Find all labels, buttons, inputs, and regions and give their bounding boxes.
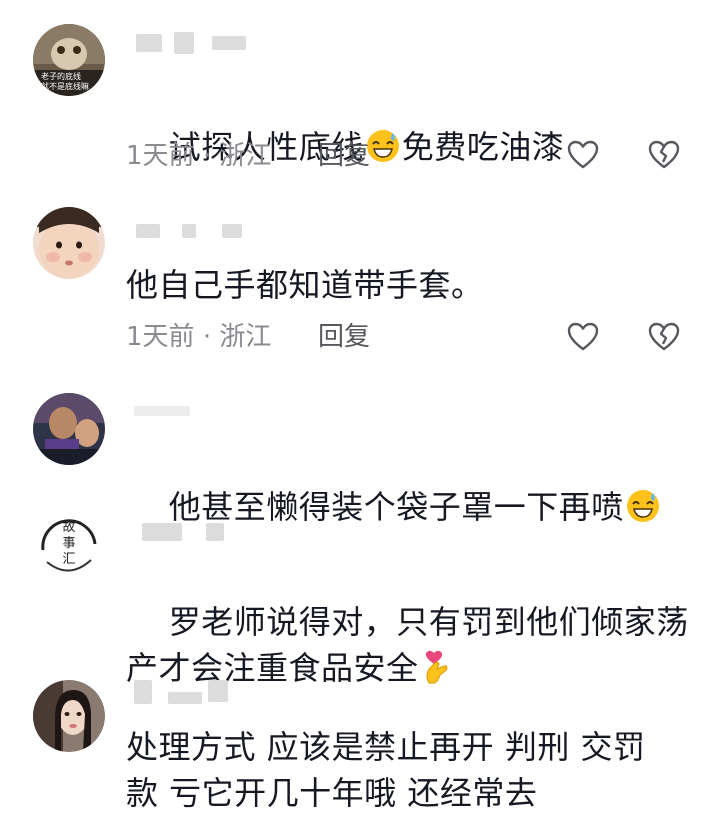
comment-time: 1天前 xyxy=(126,322,195,352)
avatar-caption-line: 老子的底线 xyxy=(41,72,81,81)
username-blurred[interactable] xyxy=(128,678,288,704)
avatar[interactable] xyxy=(33,393,105,465)
comment-meta: 1天前 · 浙江 xyxy=(126,139,271,173)
comment-text-part: 罗老师说得对，只有罚到他们倾家荡 产才会注重食品安全 xyxy=(126,603,689,687)
broken-heart-icon[interactable] xyxy=(647,320,681,354)
reply-button[interactable]: 回复 xyxy=(318,139,370,173)
avatar-logo-char: 事 xyxy=(62,536,76,551)
avatar-caption: 老子的底线 就不是底线嘛 xyxy=(41,72,89,92)
comment-text-part: 免费吃油漆 xyxy=(401,128,565,166)
comment-location: 浙江 xyxy=(219,141,272,171)
avatar[interactable]: 老子的底线 就不是底线嘛 xyxy=(33,24,105,96)
comment-meta: 1天前 · 浙江 xyxy=(126,320,271,354)
comment-location: 浙江 xyxy=(219,322,272,352)
comment-text: 罗老师说得对，只有罚到他们倾家荡 产才会注重食品安全 xyxy=(126,553,700,737)
heart-outline-icon[interactable] xyxy=(566,320,600,354)
heart-fingers-emoji xyxy=(425,650,448,684)
comment-time: 1天前 xyxy=(126,141,195,171)
avatar[interactable] xyxy=(33,680,105,752)
meta-separator: · xyxy=(202,322,212,352)
heart-outline-icon[interactable] xyxy=(566,138,600,172)
broken-heart-icon[interactable] xyxy=(647,138,681,172)
avatar-logo-char: 汇 xyxy=(62,552,76,567)
avatar-logo-char: 故 xyxy=(62,520,76,535)
reply-button[interactable]: 回复 xyxy=(318,320,370,354)
grinning-sweat-emoji xyxy=(626,490,659,522)
grinning-sweat-emoji xyxy=(366,130,399,162)
username-blurred[interactable] xyxy=(128,30,288,56)
avatar[interactable] xyxy=(33,207,105,279)
avatar-caption-line: 就不是底线嘛 xyxy=(41,82,89,91)
avatar-logo-text: 故 事 汇 xyxy=(33,520,105,568)
username-blurred[interactable] xyxy=(128,519,288,545)
meta-separator: · xyxy=(202,141,212,171)
comment-text: 处理方式 应该是禁止再开 判刑 交罚 款 亏它开几十年哦 还经常去 xyxy=(126,728,646,812)
username-blurred[interactable] xyxy=(128,218,288,244)
avatar[interactable]: 故 事 汇 xyxy=(33,510,105,582)
comment-text: 他自己手都知道带手套。 xyxy=(126,266,484,304)
username-blurred[interactable] xyxy=(128,400,288,426)
